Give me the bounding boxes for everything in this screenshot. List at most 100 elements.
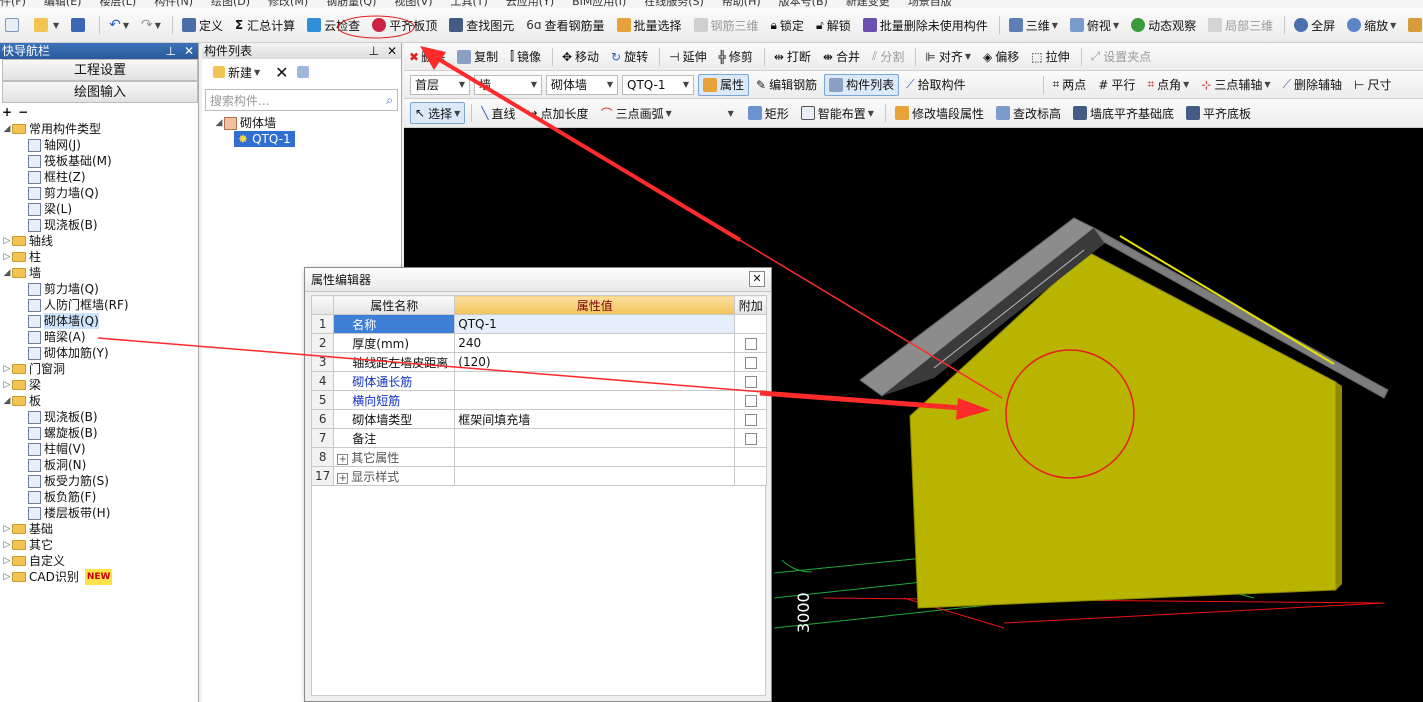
menu-item[interactable]: 件(F) xyxy=(0,0,26,8)
nav-tree-item[interactable]: 螺旋板(B) xyxy=(0,425,198,441)
nav-tree-item[interactable]: 板受力筋(S) xyxy=(0,473,198,489)
menu-item[interactable]: 版本号(B) xyxy=(779,0,828,8)
lock-button[interactable]: 🔒︎ 锁定 xyxy=(766,14,809,36)
nav-tree-item[interactable]: 剪力墙(Q) xyxy=(0,185,198,201)
offset-button[interactable]: ◈ 偏移 xyxy=(978,46,1024,68)
batch-select-button[interactable]: 批量选择 xyxy=(612,14,687,36)
nav-tree-item[interactable]: 框柱(Z) xyxy=(0,169,198,185)
three-d-button[interactable]: 三维 ▼ xyxy=(1004,14,1063,36)
nav-tree-item[interactable]: 暗梁(A) xyxy=(0,329,198,345)
close-icon[interactable]: ✕ xyxy=(749,271,765,287)
dimension-button[interactable]: ⊢ 尺寸 xyxy=(1349,74,1396,96)
point-length-button[interactable]: ↦ 点加长度 xyxy=(522,102,593,124)
nav-tree-item[interactable]: 板负筋(F) xyxy=(0,489,198,505)
menu-item[interactable]: 构件(N) xyxy=(154,0,193,8)
property-row[interactable]: 6 砌体墙类型 框架间填充墙 xyxy=(310,409,768,429)
nav-tree-item[interactable]: ▷ 梁 xyxy=(0,377,198,393)
merge-button[interactable]: ⇼ 合并 xyxy=(818,46,865,68)
align-slab-top-button[interactable]: 平齐板顶 xyxy=(367,14,442,36)
delete-button[interactable]: ✖ 删除 xyxy=(404,46,450,68)
property-value[interactable] xyxy=(454,371,736,391)
tree-toggle-icon[interactable]: ▷ xyxy=(2,521,12,537)
property-row[interactable]: 5 横向短筋 xyxy=(310,390,768,410)
nav-tree-item[interactable]: 人防门框墙(RF) xyxy=(0,297,198,313)
extra-checkbox[interactable] xyxy=(744,375,757,388)
collapse-all-icon[interactable]: − xyxy=(18,105,28,119)
rotate-button[interactable]: ↻ 旋转 xyxy=(606,46,653,68)
project-settings-button[interactable]: 工程设置 xyxy=(2,59,198,81)
property-value[interactable]: (120) xyxy=(454,352,736,372)
menu-item[interactable]: 在线服务(S) xyxy=(644,0,704,8)
tree-toggle-icon[interactable]: ▷ xyxy=(2,537,12,553)
nav-tree-item[interactable]: ◢ 墙 xyxy=(0,265,198,281)
property-value[interactable] xyxy=(454,428,736,448)
arc-mode-select[interactable]: ▼ xyxy=(679,103,739,123)
pin-icon[interactable]: ⊥ xyxy=(368,43,378,59)
local-3d-button[interactable]: 局部三维 xyxy=(1203,14,1278,36)
nav-tree-item[interactable]: 板洞(N) xyxy=(0,457,198,473)
view-rebar-button[interactable]: 6ɑ 查看钢筋量 xyxy=(521,14,609,36)
menu-item[interactable]: 新建变更 xyxy=(846,0,890,8)
nav-tree-item[interactable]: 砌体加筋(Y) xyxy=(0,345,198,361)
modify-wall-segment-button[interactable]: 修改墙段属性 xyxy=(890,102,989,124)
nav-tree-item[interactable]: 剪力墙(Q) xyxy=(0,281,198,297)
line-button[interactable]: ╲ 直线 xyxy=(476,102,520,124)
property-value[interactable]: 框架间填充墙 xyxy=(454,409,736,429)
nav-tree-item[interactable]: ◢ 常用构件类型 xyxy=(0,121,198,137)
delete-component-icon[interactable]: ✕ xyxy=(275,63,288,82)
category-select[interactable]: 墙 ▼ xyxy=(474,74,542,95)
point-angle-button[interactable]: ⌗ 点角 ▼ xyxy=(1142,74,1194,96)
move-button[interactable]: ✥ 移动 xyxy=(557,46,604,68)
component-list-button[interactable]: 构件列表 xyxy=(824,73,900,96)
tree-toggle-icon[interactable]: ◢ xyxy=(2,265,12,281)
tree-toggle-icon[interactable]: ▷ xyxy=(2,553,12,569)
new-component-button[interactable]: 新建 ▼ xyxy=(208,61,265,83)
extra-checkbox[interactable] xyxy=(744,413,757,426)
nav-tree-item[interactable]: ▷ 自定义 xyxy=(0,553,198,569)
split-button[interactable]: ⫽ 分割 xyxy=(867,46,909,68)
property-value[interactable] xyxy=(454,447,736,467)
extra-checkbox[interactable] xyxy=(744,356,757,369)
nav-tree-item[interactable]: 柱帽(V) xyxy=(0,441,198,457)
three-point-aux-button[interactable]: ⊹ 三点辅轴 ▼ xyxy=(1196,74,1275,96)
align-slab-bottom-button[interactable]: 平齐底板 xyxy=(1181,102,1256,124)
copy-button[interactable]: 复制 xyxy=(452,46,503,68)
expand-group-icon[interactable]: + xyxy=(337,472,349,484)
expand-all-icon[interactable]: + xyxy=(2,105,12,119)
break-button[interactable]: ⇹ 打断 xyxy=(769,46,816,68)
menu-item[interactable]: 视图(V) xyxy=(394,0,432,8)
open-button[interactable]: ▼ xyxy=(29,14,64,36)
extend-button[interactable]: ⊣ 延伸 xyxy=(664,46,711,68)
menu-item[interactable]: BIM应用(I) xyxy=(572,0,626,8)
component-tree-root[interactable]: ◢ 砌体墙 xyxy=(214,115,401,131)
property-row[interactable]: 7 备注 xyxy=(310,428,768,448)
property-row[interactable]: 4 砌体通长筋 xyxy=(310,371,768,391)
check-elevation-button[interactable]: 查改标高 xyxy=(991,102,1066,124)
nav-tree-item[interactable]: 现浇板(B) xyxy=(0,217,198,233)
search-input[interactable]: 搜索构件... xyxy=(210,92,269,109)
floor-select[interactable]: 首层 ▼ xyxy=(410,74,470,95)
tree-toggle-icon[interactable]: ◢ xyxy=(2,121,12,137)
select-button[interactable]: ↖ 选择 ▼ xyxy=(410,102,466,124)
nav-tree-item[interactable]: ▷ CAD识别 NEW xyxy=(0,569,198,585)
wall-bottom-align-button[interactable]: 墙底平齐基础底 xyxy=(1068,102,1179,124)
pan-button[interactable]: 平移▼ xyxy=(1403,14,1423,36)
menu-item[interactable]: 场景自版 xyxy=(908,0,952,8)
tree-toggle-icon[interactable]: ▷ xyxy=(2,233,12,249)
nav-tree-item[interactable]: 楼层板带(H) xyxy=(0,505,198,521)
tree-toggle-icon[interactable]: ▷ xyxy=(2,377,12,393)
new-file-button[interactable] xyxy=(0,14,27,36)
unlock-button[interactable]: 🔓︎ 解锁 xyxy=(811,14,856,36)
align-button[interactable]: ⊫ 对齐 ▼ xyxy=(920,46,976,68)
nav-tree-item[interactable]: ▷ 轴线 xyxy=(0,233,198,249)
dynamic-observe-button[interactable]: 动态观察 xyxy=(1126,14,1201,36)
cloud-check-button[interactable]: 云检查 xyxy=(302,14,365,36)
menu-item[interactable]: 工具(T) xyxy=(451,0,488,8)
tree-toggle-icon[interactable]: ▷ xyxy=(2,249,12,265)
menu-item[interactable]: 楼层(L) xyxy=(99,0,136,8)
copy-component-icon[interactable] xyxy=(296,66,309,78)
menu-item[interactable]: 云应用(Y) xyxy=(506,0,554,8)
property-row[interactable]: 2 厚度(mm) 240 xyxy=(310,333,768,353)
property-value[interactable]: 240 xyxy=(454,333,736,353)
trim-button[interactable]: ╬ 修剪 xyxy=(714,46,758,68)
